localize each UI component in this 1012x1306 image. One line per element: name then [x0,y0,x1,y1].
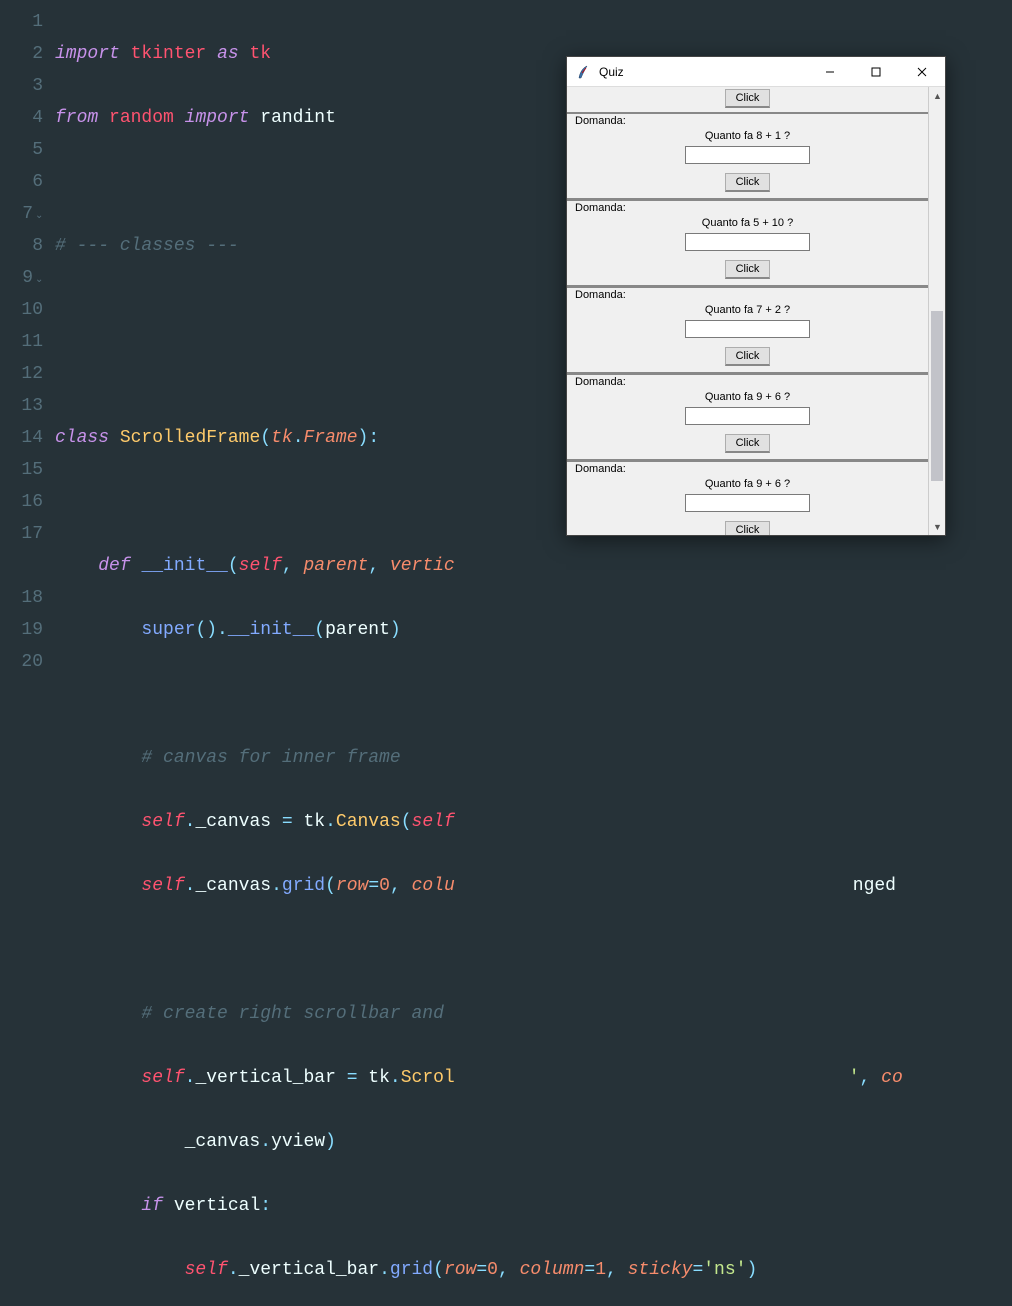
line-number-gutter: 1 2 3 4 5 6 7⌄ 8 9⌄ 10 11 12 13 14 15 16… [0,0,55,653]
fold-icon[interactable]: ⌄ [35,265,43,297]
window-titlebar[interactable]: Quiz [567,57,945,87]
line-number: 19 [0,614,43,646]
question-text: Quanto fa 5 + 10 ? [567,217,928,229]
close-button[interactable] [899,57,945,87]
quiz-window: Quiz Click Domanda: Quanto fa 8 + 1 ? Cl… [566,56,946,536]
partial-question-group: Click [567,87,928,113]
line-number: 11 [0,326,43,358]
vertical-scrollbar[interactable]: ▲ ▼ [928,87,945,535]
question-group: Domanda: Quanto fa 5 + 10 ? Click [567,200,928,287]
scrollbar-thumb[interactable] [931,311,943,481]
answer-input[interactable] [685,146,810,164]
question-group: Domanda: Quanto fa 9 + 6 ? Click [567,461,928,535]
maximize-button[interactable] [853,57,899,87]
question-group: Domanda: Quanto fa 7 + 2 ? Click [567,287,928,374]
click-button[interactable]: Click [725,521,771,535]
question-text: Quanto fa 9 + 6 ? [567,391,928,403]
line-number: 15 [0,454,43,486]
answer-input[interactable] [685,320,810,338]
click-button[interactable]: Click [725,347,771,366]
line-number: 3 [0,70,43,102]
line-number: 13 [0,390,43,422]
question-group: Domanda: Quanto fa 8 + 1 ? Click [567,113,928,200]
answer-input[interactable] [685,494,810,512]
line-number: 1 [0,6,43,38]
question-legend: Domanda: [573,376,628,388]
line-number: 12 [0,358,43,390]
line-number: 2 [0,38,43,70]
line-number: 7⌄ [0,198,43,230]
line-number: 18 [0,582,43,614]
line-number: 10 [0,294,43,326]
click-button[interactable]: Click [725,434,771,453]
scrollbar-track[interactable] [929,104,945,518]
click-button[interactable]: Click [725,173,771,192]
answer-input[interactable] [685,233,810,251]
line-number: 17 [0,518,43,550]
question-text: Quanto fa 7 + 2 ? [567,304,928,316]
window-controls [807,57,945,87]
line-number: 14 [0,422,43,454]
line-number: 4 [0,102,43,134]
question-legend: Domanda: [573,463,628,475]
line-number: 8 [0,230,43,262]
question-legend: Domanda: [573,289,628,301]
question-legend: Domanda: [573,115,628,127]
answer-input[interactable] [685,407,810,425]
click-button[interactable]: Click [725,89,771,108]
fold-icon[interactable]: ⌄ [35,201,43,233]
line-number [0,550,43,582]
quiz-content: Click Domanda: Quanto fa 8 + 1 ? Click D… [567,87,928,535]
question-text: Quanto fa 8 + 1 ? [567,130,928,142]
question-group: Domanda: Quanto fa 9 + 6 ? Click [567,374,928,461]
line-number: 5 [0,134,43,166]
line-number: 16 [0,486,43,518]
question-text: Quanto fa 9 + 6 ? [567,478,928,490]
line-number: 6 [0,166,43,198]
line-number: 20 [0,646,43,678]
window-title: Quiz [599,65,807,79]
scroll-down-icon[interactable]: ▼ [929,518,945,535]
line-number: 9⌄ [0,262,43,294]
minimize-button[interactable] [807,57,853,87]
scroll-up-icon[interactable]: ▲ [929,87,945,104]
question-legend: Domanda: [573,202,628,214]
tk-feather-icon [575,64,591,80]
click-button[interactable]: Click [725,260,771,279]
